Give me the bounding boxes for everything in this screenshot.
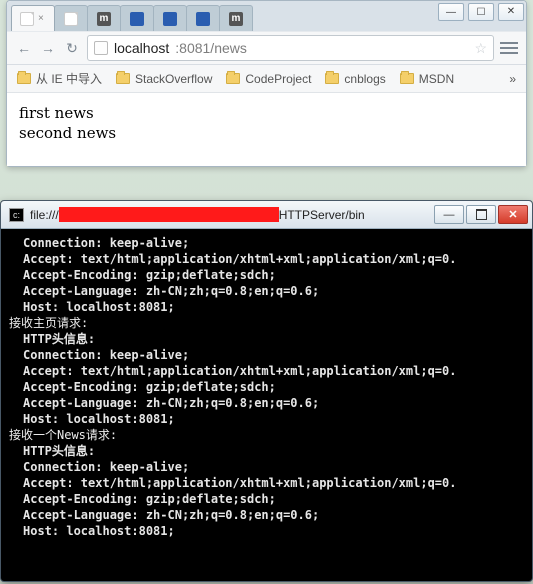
maximize-button[interactable]: ☐ — [468, 3, 494, 21]
bookmark-label: cnblogs — [344, 72, 385, 86]
minimize-button[interactable]: — — [434, 205, 464, 224]
console-titlebar[interactable]: c: file:/// HTTPServer/bin — ✕ — [1, 201, 532, 229]
console-line: Accept-Encoding: gzip;deflate;sdch; — [9, 379, 532, 395]
bookmark-label: CodeProject — [245, 72, 311, 86]
folder-icon — [325, 73, 339, 84]
favicon-app-icon — [196, 12, 210, 26]
console-line: Accept-Encoding: gzip;deflate;sdch; — [9, 267, 532, 283]
page-line: first news — [19, 103, 514, 123]
favicon-app-icon — [163, 12, 177, 26]
browser-tab[interactable]: m — [87, 5, 121, 31]
console-window-controls: — ✕ — [434, 205, 528, 224]
address-bar: ← → ↻ localhost :8081/news ☆ — [7, 31, 526, 65]
folder-icon — [400, 73, 414, 84]
browser-window-controls: — ☐ ✕ — [438, 3, 524, 21]
bookmark-label: 从 IE 中导入 — [36, 70, 102, 87]
page-icon — [64, 12, 78, 26]
browser-tab[interactable] — [120, 5, 154, 31]
console-line: Accept-Language: zh-CN;zh;q=0.8;en;q=0.6… — [9, 283, 532, 299]
console-heading: 接收主页请求: — [9, 315, 532, 331]
console-line: Accept-Encoding: gzip;deflate;sdch; — [9, 491, 532, 507]
console-line: Host: localhost:8081; — [9, 299, 532, 315]
tab-close-icon[interactable]: × — [38, 15, 46, 23]
minimize-button[interactable]: — — [438, 3, 464, 21]
bookmark-label: MSDN — [419, 72, 454, 86]
console-window: c: file:/// HTTPServer/bin — ✕ Connectio… — [0, 200, 533, 582]
console-line: Host: localhost:8081; — [9, 411, 532, 427]
url-input[interactable]: localhost :8081/news ☆ — [87, 35, 494, 61]
menu-button[interactable] — [500, 41, 518, 55]
console-line: Accept: text/html;application/xhtml+xml;… — [9, 475, 532, 491]
browser-tab[interactable] — [153, 5, 187, 31]
bookmark-item[interactable]: 从 IE 中导入 — [17, 70, 102, 87]
page-icon — [20, 12, 34, 26]
console-subheading: HTTP头信息: — [9, 331, 532, 347]
url-path: :8081/news — [175, 40, 247, 56]
folder-icon — [116, 73, 130, 84]
console-line: Accept: text/html;application/xhtml+xml;… — [9, 363, 532, 379]
bookmark-star-icon[interactable]: ☆ — [474, 40, 487, 57]
folder-icon — [17, 73, 31, 84]
bookmark-label: StackOverflow — [135, 72, 212, 86]
browser-tab[interactable] — [54, 5, 88, 31]
favicon-app-icon — [130, 12, 144, 26]
console-line: Accept-Language: zh-CN;zh;q=0.8;en;q=0.6… — [9, 395, 532, 411]
page-body: first news second news — [7, 93, 526, 166]
bookmarks-bar: 从 IE 中导入 StackOverflow CodeProject cnblo… — [7, 65, 526, 93]
bookmark-item[interactable]: cnblogs — [325, 72, 385, 86]
browser-window: × m m — ☐ ✕ ← → ↻ localhost:8081/news ☆ … — [6, 0, 527, 167]
reload-button[interactable]: ↻ — [63, 39, 81, 57]
url-host: localhost — [114, 40, 169, 56]
console-line: Host: localhost:8081; — [9, 523, 532, 539]
browser-tab[interactable]: m — [219, 5, 253, 31]
console-subheading: HTTP头信息: — [9, 443, 532, 459]
page-line: second news — [19, 123, 514, 143]
bookmarks-overflow-button[interactable]: » — [509, 72, 516, 86]
title-prefix: file:/// — [30, 208, 59, 222]
folder-icon — [226, 73, 240, 84]
title-suffix: HTTPServer/bin — [279, 208, 365, 222]
redacted-path — [59, 207, 279, 222]
console-line: Accept-Language: zh-CN;zh;q=0.8;en;q=0.6… — [9, 507, 532, 523]
favicon-m-icon: m — [229, 12, 243, 26]
console-line: Connection: keep-alive; — [9, 459, 532, 475]
console-line: Connection: keep-alive; — [9, 235, 532, 251]
console-line: Connection: keep-alive; — [9, 347, 532, 363]
favicon-m-icon: m — [97, 12, 111, 26]
close-button[interactable]: ✕ — [498, 205, 528, 224]
bookmark-item[interactable]: CodeProject — [226, 72, 311, 86]
forward-button[interactable]: → — [39, 39, 57, 57]
browser-tab[interactable]: × — [11, 5, 55, 31]
bookmark-item[interactable]: MSDN — [400, 72, 454, 86]
console-heading: 接收一个News请求: — [9, 427, 532, 443]
close-button[interactable]: ✕ — [498, 3, 524, 21]
console-output[interactable]: Connection: keep-alive;Accept: text/html… — [1, 229, 532, 581]
back-button[interactable]: ← — [15, 39, 33, 57]
site-icon — [94, 41, 108, 55]
console-line: Accept: text/html;application/xhtml+xml;… — [9, 251, 532, 267]
console-title-text: file:/// HTTPServer/bin — [30, 207, 428, 222]
bookmark-item[interactable]: StackOverflow — [116, 72, 212, 86]
tab-strip: × m m — ☐ ✕ — [7, 1, 526, 31]
browser-tab[interactable] — [186, 5, 220, 31]
cmd-icon: c: — [9, 208, 24, 222]
maximize-button[interactable] — [466, 205, 496, 224]
